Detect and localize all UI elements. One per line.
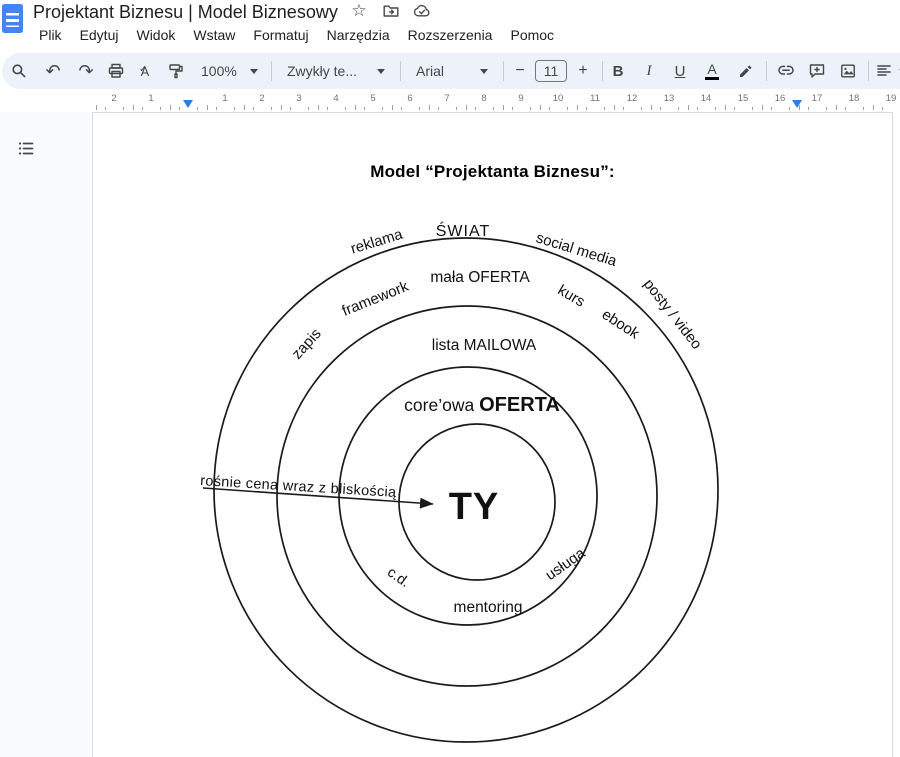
diagram-label: lista MAILOWA (432, 337, 537, 354)
diagram-label: kurs (555, 282, 588, 311)
ruler[interactable]: 2112345678910111213141516171819 (93, 93, 900, 112)
ruler-number: 17 (812, 94, 823, 104)
zoom-value[interactable]: 100% (201, 63, 237, 79)
underline-button[interactable]: U (667, 58, 693, 84)
ruler-number: 1 (148, 94, 153, 104)
ruler-number: 4 (333, 94, 338, 104)
toolbar-separator (602, 61, 603, 81)
diagram-label: ŚWIAT (436, 221, 490, 240)
toolbar-separator (868, 61, 869, 81)
business-model-diagram[interactable]: ŚWIATreklamasocial mediaposty / videozap… (93, 113, 893, 757)
menubar: Plik Edytuj Widok Wstaw Formatuj Narzędz… (30, 24, 563, 46)
ruler-number: 5 (370, 94, 375, 104)
undo-icon[interactable]: ↶ (40, 58, 66, 84)
ruler-number: 2 (259, 94, 264, 104)
menu-edytuj[interactable]: Edytuj (71, 24, 128, 46)
highlight-color-icon[interactable] (732, 58, 758, 84)
ruler-number: 16 (775, 94, 786, 104)
star-icon[interactable]: ☆ (349, 1, 369, 21)
paragraph-style-value[interactable]: Zwykły te... (287, 63, 357, 79)
diagram-label: TY (449, 486, 500, 528)
ruler-number: 13 (664, 94, 675, 104)
docs-logo-icon[interactable] (2, 4, 23, 33)
ruler-number: 8 (481, 94, 486, 104)
titlebar: Projektant Biznesu | Model Biznesowy ☆ P… (0, 0, 900, 48)
diagram-label: framework (340, 278, 412, 320)
italic-button[interactable]: I (636, 58, 662, 84)
menu-formatuj[interactable]: Formatuj (244, 24, 317, 46)
toolbar-separator (503, 61, 504, 81)
diagram-label: mentoring (454, 599, 523, 616)
menu-wstaw[interactable]: Wstaw (184, 24, 244, 46)
diagram-label: zapis (289, 325, 325, 362)
bold-button[interactable]: B (605, 58, 631, 84)
document-title[interactable]: Projektant Biznesu | Model Biznesowy (33, 0, 338, 24)
zoom-caret-icon[interactable] (250, 69, 258, 74)
diagram-label: usługa (542, 544, 588, 584)
diagram-label: rośnie cena wraz z bliskością (200, 473, 398, 501)
document-outline-icon[interactable] (14, 136, 38, 160)
move-folder-icon[interactable] (381, 1, 401, 21)
menu-narzedzia[interactable]: Narzędzia (318, 24, 399, 46)
search-icon[interactable] (6, 58, 32, 84)
diagram-label: posty / video (640, 276, 705, 353)
insert-image-icon[interactable] (835, 58, 861, 84)
diagram-label: core’owa OFERTA (404, 394, 560, 416)
document-outline-panel (0, 112, 93, 757)
ruler-number: 19 (886, 94, 897, 104)
font-caret-icon[interactable] (480, 69, 488, 74)
menu-pomoc[interactable]: Pomoc (501, 24, 563, 46)
font-size-input[interactable]: 11 (535, 60, 567, 82)
diagram-label: c.d. (384, 564, 412, 591)
google-docs-app: Projektant Biznesu | Model Biznesowy ☆ P… (0, 0, 900, 757)
ruler-number: 7 (444, 94, 449, 104)
spellcheck-icon[interactable]: A✓ (132, 58, 158, 84)
ruler-number: 6 (407, 94, 412, 104)
ruler-number: 2 (111, 94, 116, 104)
left-indent-marker[interactable] (183, 100, 193, 108)
toolbar: ↶ ↷ A✓ 100% Zwykły te... Arial − 11 + B … (2, 53, 900, 89)
insert-link-icon[interactable] (773, 58, 799, 84)
style-caret-icon[interactable] (377, 69, 385, 74)
toolbar-separator (766, 61, 767, 81)
redo-icon[interactable]: ↷ (73, 58, 99, 84)
document-status-cloud-icon[interactable] (412, 1, 432, 21)
ruler-number: 10 (553, 94, 564, 104)
ruler-number: 1 (222, 94, 227, 104)
diagram-label: ebook (599, 306, 643, 343)
decrease-font-size-button[interactable]: − (507, 58, 533, 84)
menu-plik[interactable]: Plik (30, 24, 71, 46)
ruler-number: 18 (849, 94, 860, 104)
diagram-label: reklama (349, 226, 406, 258)
menu-widok[interactable]: Widok (127, 24, 184, 46)
text-color-swatch (705, 77, 719, 80)
align-left-icon[interactable] (871, 58, 897, 84)
ruler-number: 15 (738, 94, 749, 104)
ruler-number: 12 (627, 94, 638, 104)
text-color-button[interactable]: A (699, 58, 725, 84)
print-icon[interactable] (103, 58, 129, 84)
right-indent-marker[interactable] (792, 100, 802, 108)
diagram-label: mała OFERTA (430, 269, 530, 286)
ruler-number: 11 (590, 94, 600, 104)
add-comment-icon[interactable] (804, 58, 830, 84)
docs-logo-lines (6, 13, 19, 27)
menu-rozszerzenia[interactable]: Rozszerzenia (399, 24, 502, 46)
paint-format-icon[interactable] (163, 58, 189, 84)
ruler-number: 9 (518, 94, 523, 104)
ruler-number: 14 (701, 94, 712, 104)
toolbar-separator (271, 61, 272, 81)
font-family-value[interactable]: Arial (416, 63, 444, 79)
document-page[interactable]: Model “Projektanta Biznesu”: ŚWIATreklam… (93, 112, 893, 757)
toolbar-separator (400, 61, 401, 81)
increase-font-size-button[interactable]: + (570, 58, 596, 84)
ruler-number: 3 (296, 94, 301, 104)
